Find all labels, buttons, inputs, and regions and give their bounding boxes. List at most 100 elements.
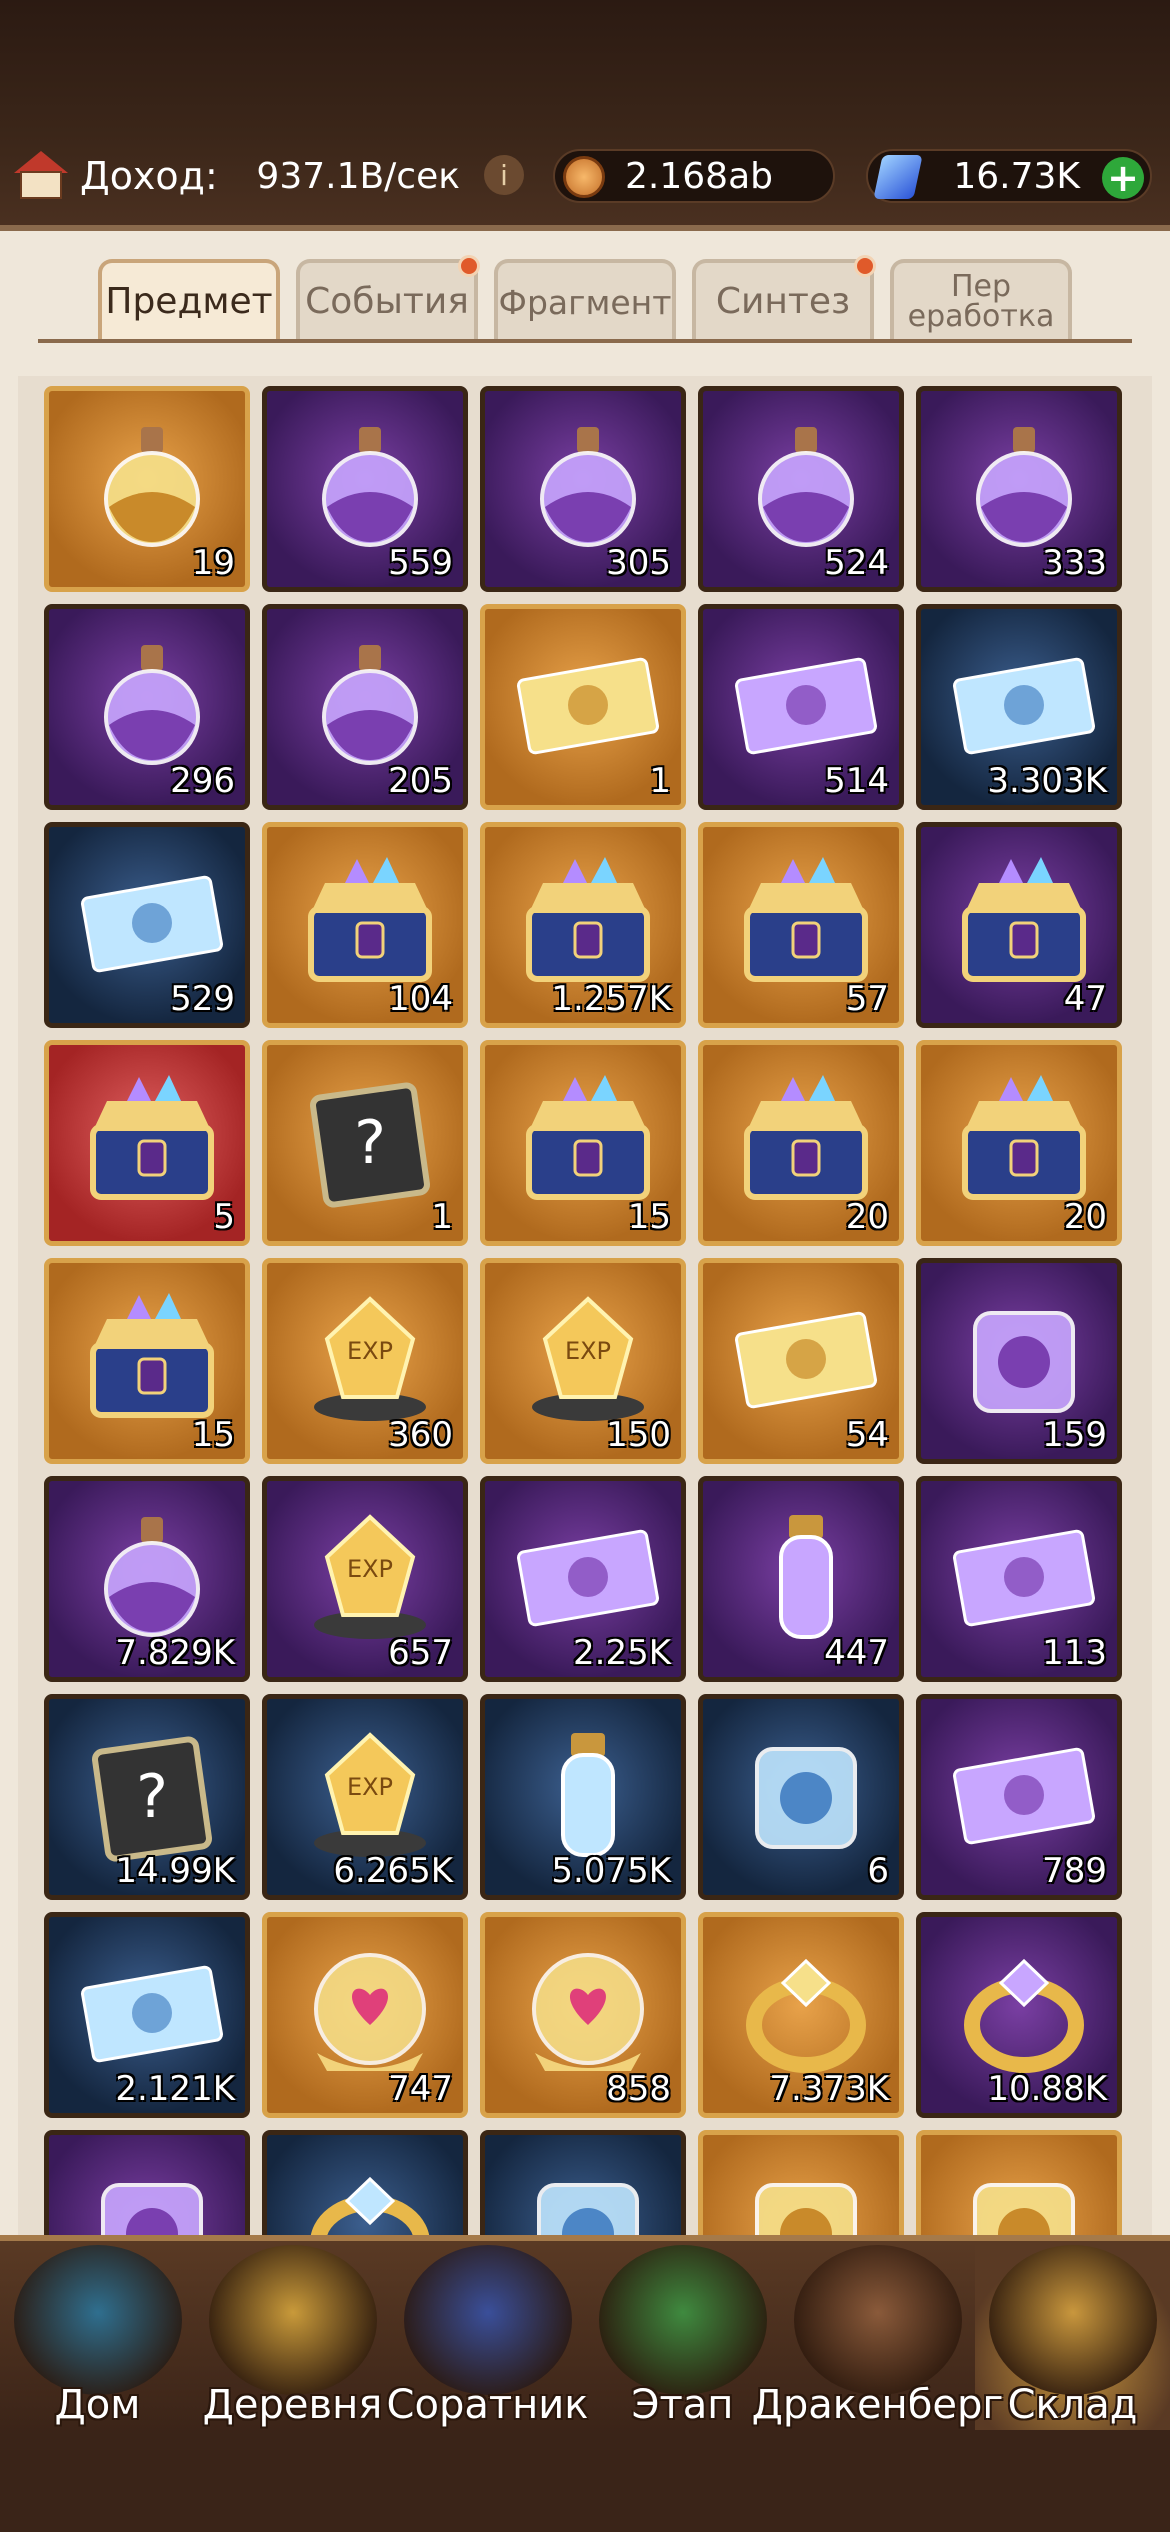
gold-ticket-icon xyxy=(517,657,659,755)
inventory-item-cauldron[interactable] xyxy=(916,2130,1122,2236)
inventory-item-pet-ticket[interactable]: 529 xyxy=(44,822,250,1028)
inventory-item-character-card[interactable]: 113 xyxy=(916,1476,1122,1682)
inventory-item-green-vial[interactable]: 447 xyxy=(698,1476,904,1682)
inventory-item-exp-crystal-medium[interactable]: EXP 150 xyxy=(480,1258,686,1464)
inventory-item-rainbow-flask[interactable]: 7.829K xyxy=(44,1476,250,1682)
exp-crystal-large-icon: EXP xyxy=(314,1296,426,1421)
inventory-item-jewel-chest-1[interactable]: 15 xyxy=(480,1040,686,1246)
inventory-item-flower-wreath[interactable] xyxy=(480,2130,686,2236)
income-display[interactable]: Доход: xyxy=(10,149,218,203)
inventory-item-rainbow-potion[interactable]: 19 xyxy=(44,386,250,592)
item-count: 333 xyxy=(1042,543,1107,583)
nav-castle[interactable]: Дракенберг xyxy=(752,2241,1003,2436)
inventory-item-pink-vial[interactable]: 5.075K xyxy=(480,1694,686,1900)
jewel-chest-2-icon xyxy=(744,1075,868,1200)
inventory-item-milk-carton[interactable]: 6 xyxy=(698,1694,904,1900)
cauldron-icon xyxy=(973,2183,1075,2236)
svg-text:EXP: EXP xyxy=(347,1555,393,1583)
nav-label: Соратник xyxy=(386,2382,589,2428)
coins-display[interactable]: 2.168ab xyxy=(553,149,835,203)
item-count: 20 xyxy=(1063,1197,1107,1237)
jewel-chest-1-icon xyxy=(526,1075,650,1200)
nav-storage[interactable]: Склад xyxy=(975,2241,1170,2436)
red-potion-icon xyxy=(976,427,1072,547)
milk-carton-icon xyxy=(755,1747,857,1849)
nav-label: Деревня xyxy=(202,2382,383,2428)
inventory-item-crystal-cushion[interactable]: 159 xyxy=(916,1258,1122,1464)
inventory-item-red-chest[interactable]: 5 xyxy=(44,1040,250,1246)
inventory-item-hourglass-ticket[interactable]: 2.121K xyxy=(44,1912,250,2118)
item-count: 159 xyxy=(1042,1415,1107,1455)
item-count: 6.265K xyxy=(333,1851,453,1891)
info-icon[interactable]: i xyxy=(484,155,524,195)
inventory-item-blue-ticket[interactable]: 3.303K xyxy=(916,604,1122,810)
inventory-item-gem-chest[interactable]: 1.257K xyxy=(480,822,686,1028)
item-count: 54 xyxy=(845,1415,889,1455)
inventory-item-blue-potion[interactable]: 559 xyxy=(262,386,468,592)
tab-fragment[interactable]: Фрагмент xyxy=(494,259,676,341)
inventory-grid-viewport[interactable]: 19 559 305 524 333 296 205 1 514 3.303K 529 104 1.25… xyxy=(18,376,1152,2236)
nav-label: Этап xyxy=(631,2382,734,2428)
inventory-item-necklace-orb[interactable]: 858 xyxy=(480,1912,686,2118)
inventory-item-jewel-chest-3[interactable]: 20 xyxy=(916,1040,1122,1246)
svg-text:?: ? xyxy=(354,1108,386,1178)
inventory-item-heart-orb[interactable]: 747 xyxy=(262,1912,468,2118)
inventory-item-exp-coin[interactable]: EXP 6.265K xyxy=(262,1694,468,1900)
nav-village[interactable]: Деревня xyxy=(195,2241,390,2436)
inventory-item-purple-blue-potion[interactable]: 296 xyxy=(44,604,250,810)
pink-vial-icon xyxy=(561,1733,615,1857)
nav-companion[interactable]: Соратник xyxy=(387,2241,588,2436)
inventory-item-mystery-scroll[interactable]: ? 1 xyxy=(262,1040,468,1246)
nav-home[interactable]: Дом xyxy=(0,2241,195,2436)
resource-bar: Доход: 937.1B/сек i 2.168ab 16.73K + xyxy=(0,145,1170,207)
tab-item[interactable]: Предмет xyxy=(98,259,280,341)
inventory-item-gold-band[interactable] xyxy=(262,2130,468,2236)
inventory-item-gold-card[interactable]: 54 xyxy=(698,1258,904,1464)
inventory-item-jewel-chest-2[interactable]: 20 xyxy=(698,1040,904,1246)
inventory-item-red-potion[interactable]: 333 xyxy=(916,386,1122,592)
inventory-item-butler-outfit[interactable] xyxy=(698,2130,904,2236)
tab-events[interactable]: События xyxy=(296,255,480,341)
tab-processing[interactable]: Пер еработка xyxy=(890,259,1072,341)
inventory-item-silver-ticket[interactable]: 2.25K xyxy=(480,1476,686,1682)
inventory-item-gold-ticket[interactable]: 1 xyxy=(480,604,686,810)
inventory-item-crystal-chest[interactable]: 104 xyxy=(262,822,468,1028)
inventory-item-purple-ticket[interactable]: 514 xyxy=(698,604,904,810)
inventory-item-mystery-book[interactable]: ? 14.99K xyxy=(44,1694,250,1900)
village-icon xyxy=(208,2245,377,2395)
storage-icon xyxy=(988,2245,1157,2395)
blue-potion-icon xyxy=(322,427,418,547)
pet-ticket-icon xyxy=(81,875,223,973)
inventory-item-time-coins-ticket[interactable]: 789 xyxy=(916,1694,1122,1900)
inventory-item-pearl-necklace[interactable] xyxy=(44,2130,250,2236)
item-count: 14.99K xyxy=(115,1851,235,1891)
inventory-item-amethyst-ring[interactable]: 10.88K xyxy=(916,1912,1122,2118)
bottom-navigation: Дом Деревня Соратник Этап Дракенберг Склад xyxy=(0,2235,1170,2436)
svg-text:EXP: EXP xyxy=(347,1773,393,1801)
exp-stone-icon: EXP xyxy=(314,1514,426,1639)
crystal-cushion-icon xyxy=(973,1311,1075,1413)
tab-synthesis[interactable]: Синтез xyxy=(692,255,876,341)
nav-label: Дом xyxy=(54,2382,141,2428)
necklace-orb-icon xyxy=(532,1953,644,2071)
time-coins-ticket-icon xyxy=(953,1747,1095,1845)
item-count: 657 xyxy=(388,1633,453,1673)
inventory-item-green-potion[interactable]: 205 xyxy=(262,604,468,810)
inventory-item-yellow-potion[interactable]: 524 xyxy=(698,386,904,592)
inventory-item-puzzle-chest[interactable]: 57 xyxy=(698,822,904,1028)
inventory-item-exp-stone[interactable]: EXP 657 xyxy=(262,1476,468,1682)
gem-icon xyxy=(873,155,923,199)
inventory-item-purple-potion[interactable]: 305 xyxy=(480,386,686,592)
tab-label: Синтез xyxy=(715,281,851,322)
item-count: 20 xyxy=(845,1197,889,1237)
jewel-chest-4-icon xyxy=(90,1293,214,1418)
jewel-chest-3-icon xyxy=(962,1075,1086,1200)
gems-display[interactable]: 16.73K + xyxy=(866,149,1152,203)
inventory-item-gold-ring[interactable]: 7.373K xyxy=(698,1912,904,2118)
nav-label: Дракенберг xyxy=(751,2382,1004,2428)
plus-icon[interactable]: + xyxy=(1102,156,1144,200)
inventory-item-crown-chest[interactable]: 47 xyxy=(916,822,1122,1028)
inventory-item-exp-crystal-large[interactable]: EXP 360 xyxy=(262,1258,468,1464)
inventory-item-jewel-chest-4[interactable]: 15 xyxy=(44,1258,250,1464)
gem-chest-icon xyxy=(526,857,650,982)
